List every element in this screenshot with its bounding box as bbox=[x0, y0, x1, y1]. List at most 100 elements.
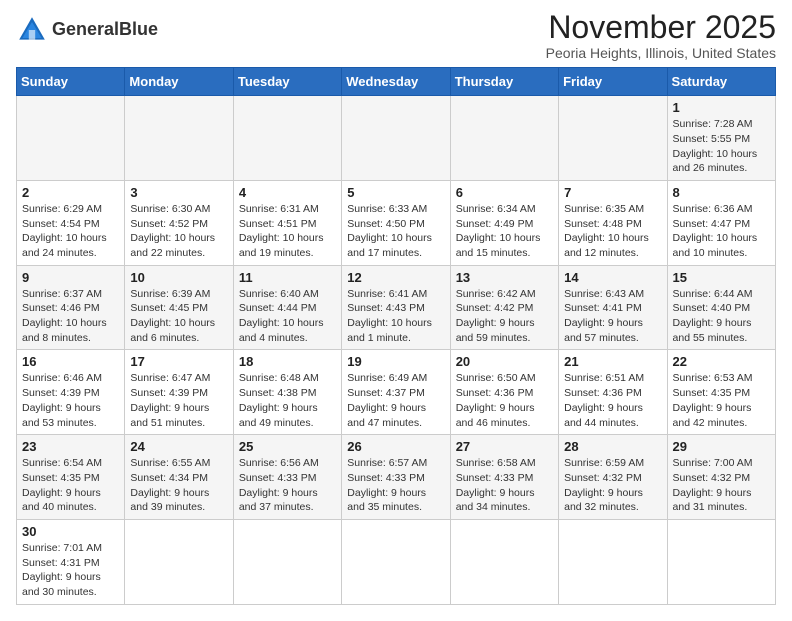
calendar-day-cell: 5 Sunrise: 6:33 AM Sunset: 4:50 PM Daylig… bbox=[342, 180, 450, 265]
calendar-week-row: 2Sunrise: 6:29 AM Sunset: 4:54 PM Daylig… bbox=[17, 180, 776, 265]
calendar-day-cell bbox=[559, 96, 667, 181]
day-number: 30 bbox=[22, 524, 119, 539]
day-info: Sunrise: 6:55 AM Sunset: 4:34 PM Dayligh… bbox=[130, 456, 227, 515]
calendar-day-cell: 20Sunrise: 6:50 AM Sunset: 4:36 PM Dayli… bbox=[450, 350, 558, 435]
day-number: 9 bbox=[22, 270, 119, 285]
day-info: Sunrise: 6:56 AM Sunset: 4:33 PM Dayligh… bbox=[239, 456, 336, 515]
calendar-day-cell: 27Sunrise: 6:58 AM Sunset: 4:33 PM Dayli… bbox=[450, 435, 558, 520]
calendar-day-cell: 2Sunrise: 6:29 AM Sunset: 4:54 PM Daylig… bbox=[17, 180, 125, 265]
page: GeneralBlue November 2025 Peoria Heights… bbox=[0, 0, 792, 621]
day-number: 5 bbox=[347, 185, 444, 200]
day-number: 2 bbox=[22, 185, 119, 200]
calendar-day-cell: 9 Sunrise: 6:37 AM Sunset: 4:46 PM Daylig… bbox=[17, 265, 125, 350]
day-number: 21 bbox=[564, 354, 661, 369]
day-number: 27 bbox=[456, 439, 553, 454]
calendar-week-row: 23 Sunrise: 6:54 AM Sunset: 4:35 PM Dayli… bbox=[17, 435, 776, 520]
logo-text: GeneralBlue bbox=[52, 20, 158, 40]
day-number: 4 bbox=[239, 185, 336, 200]
calendar-day-cell bbox=[559, 519, 667, 604]
day-info: Sunrise: 6:57 AM Sunset: 4:33 PM Dayligh… bbox=[347, 456, 444, 515]
day-info: Sunrise: 6:41 AM Sunset: 4:43 PM Dayligh… bbox=[347, 287, 444, 346]
logo-icon bbox=[16, 14, 48, 46]
day-info: Sunrise: 7:00 AM Sunset: 4:32 PM Dayligh… bbox=[673, 456, 770, 515]
calendar-day-cell: 16Sunrise: 6:46 AM Sunset: 4:39 PM Dayli… bbox=[17, 350, 125, 435]
day-number: 12 bbox=[347, 270, 444, 285]
calendar-day-cell: 19Sunrise: 6:49 AM Sunset: 4:37 PM Dayli… bbox=[342, 350, 450, 435]
day-info: Sunrise: 7:01 AM Sunset: 4:31 PM Dayligh… bbox=[22, 541, 119, 600]
day-info: Sunrise: 6:48 AM Sunset: 4:38 PM Dayligh… bbox=[239, 371, 336, 430]
calendar-day-cell: 18Sunrise: 6:48 AM Sunset: 4:38 PM Dayli… bbox=[233, 350, 341, 435]
calendar-day-cell bbox=[233, 96, 341, 181]
calendar-day-header: Monday bbox=[125, 68, 233, 96]
day-number: 26 bbox=[347, 439, 444, 454]
calendar-title: November 2025 bbox=[546, 10, 776, 45]
day-number: 29 bbox=[673, 439, 770, 454]
calendar-day-cell bbox=[233, 519, 341, 604]
day-number: 11 bbox=[239, 270, 336, 285]
calendar-week-row: 9 Sunrise: 6:37 AM Sunset: 4:46 PM Daylig… bbox=[17, 265, 776, 350]
calendar-day-cell: 22Sunrise: 6:53 AM Sunset: 4:35 PM Dayli… bbox=[667, 350, 775, 435]
calendar-day-header: Sunday bbox=[17, 68, 125, 96]
day-info: Sunrise: 6:53 AM Sunset: 4:35 PM Dayligh… bbox=[673, 371, 770, 430]
calendar-day-header: Tuesday bbox=[233, 68, 341, 96]
day-number: 14 bbox=[564, 270, 661, 285]
logo: GeneralBlue bbox=[16, 10, 158, 46]
calendar-day-cell: 1Sunrise: 7:28 AM Sunset: 5:55 PM Daylig… bbox=[667, 96, 775, 181]
day-info: Sunrise: 6:51 AM Sunset: 4:36 PM Dayligh… bbox=[564, 371, 661, 430]
calendar-day-cell bbox=[125, 96, 233, 181]
calendar-day-cell: 23 Sunrise: 6:54 AM Sunset: 4:35 PM Dayli… bbox=[17, 435, 125, 520]
calendar-subtitle: Peoria Heights, Illinois, United States bbox=[546, 45, 776, 61]
calendar-day-cell: 7 Sunrise: 6:35 AM Sunset: 4:48 PM Daylig… bbox=[559, 180, 667, 265]
day-info: Sunrise: 6:43 AM Sunset: 4:41 PM Dayligh… bbox=[564, 287, 661, 346]
day-info: Sunrise: 6:54 AM Sunset: 4:35 PM Dayligh… bbox=[22, 456, 119, 515]
day-info: Sunrise: 6:40 AM Sunset: 4:44 PM Dayligh… bbox=[239, 287, 336, 346]
calendar-header-row: SundayMondayTuesdayWednesdayThursdayFrid… bbox=[17, 68, 776, 96]
header: GeneralBlue November 2025 Peoria Heights… bbox=[16, 10, 776, 61]
calendar-day-cell: 26 Sunrise: 6:57 AM Sunset: 4:33 PM Dayli… bbox=[342, 435, 450, 520]
day-info: Sunrise: 6:44 AM Sunset: 4:40 PM Dayligh… bbox=[673, 287, 770, 346]
day-number: 25 bbox=[239, 439, 336, 454]
calendar-day-header: Thursday bbox=[450, 68, 558, 96]
calendar-day-header: Wednesday bbox=[342, 68, 450, 96]
logo-bold: Blue bbox=[119, 19, 158, 39]
day-number: 13 bbox=[456, 270, 553, 285]
day-info: Sunrise: 6:37 AM Sunset: 4:46 PM Dayligh… bbox=[22, 287, 119, 346]
day-info: Sunrise: 6:50 AM Sunset: 4:36 PM Dayligh… bbox=[456, 371, 553, 430]
calendar-day-cell: 8 Sunrise: 6:36 AM Sunset: 4:47 PM Daylig… bbox=[667, 180, 775, 265]
calendar-day-cell: 25 Sunrise: 6:56 AM Sunset: 4:33 PM Dayli… bbox=[233, 435, 341, 520]
calendar-day-cell: 11 Sunrise: 6:40 AM Sunset: 4:44 PM Dayli… bbox=[233, 265, 341, 350]
calendar-week-row: 30 Sunrise: 7:01 AM Sunset: 4:31 PM Dayli… bbox=[17, 519, 776, 604]
day-info: Sunrise: 6:59 AM Sunset: 4:32 PM Dayligh… bbox=[564, 456, 661, 515]
title-block: November 2025 Peoria Heights, Illinois, … bbox=[546, 10, 776, 61]
day-number: 8 bbox=[673, 185, 770, 200]
day-info: Sunrise: 6:33 AM Sunset: 4:50 PM Dayligh… bbox=[347, 202, 444, 261]
calendar-day-cell: 17Sunrise: 6:47 AM Sunset: 4:39 PM Dayli… bbox=[125, 350, 233, 435]
day-info: Sunrise: 6:49 AM Sunset: 4:37 PM Dayligh… bbox=[347, 371, 444, 430]
calendar-day-header: Saturday bbox=[667, 68, 775, 96]
day-info: Sunrise: 6:34 AM Sunset: 4:49 PM Dayligh… bbox=[456, 202, 553, 261]
calendar-day-cell bbox=[342, 96, 450, 181]
calendar-day-cell bbox=[450, 519, 558, 604]
calendar-day-cell: 13 Sunrise: 6:42 AM Sunset: 4:42 PM Dayli… bbox=[450, 265, 558, 350]
day-info: Sunrise: 6:42 AM Sunset: 4:42 PM Dayligh… bbox=[456, 287, 553, 346]
day-number: 24 bbox=[130, 439, 227, 454]
day-number: 6 bbox=[456, 185, 553, 200]
day-number: 28 bbox=[564, 439, 661, 454]
calendar-day-cell: 4Sunrise: 6:31 AM Sunset: 4:51 PM Daylig… bbox=[233, 180, 341, 265]
logo-regular: General bbox=[52, 19, 119, 39]
calendar-day-cell bbox=[667, 519, 775, 604]
day-info: Sunrise: 6:35 AM Sunset: 4:48 PM Dayligh… bbox=[564, 202, 661, 261]
calendar-day-cell: 12 Sunrise: 6:41 AM Sunset: 4:43 PM Dayli… bbox=[342, 265, 450, 350]
calendar-week-row: 1Sunrise: 7:28 AM Sunset: 5:55 PM Daylig… bbox=[17, 96, 776, 181]
day-number: 7 bbox=[564, 185, 661, 200]
calendar-day-cell: 10Sunrise: 6:39 AM Sunset: 4:45 PM Dayli… bbox=[125, 265, 233, 350]
day-info: Sunrise: 6:36 AM Sunset: 4:47 PM Dayligh… bbox=[673, 202, 770, 261]
day-info: Sunrise: 6:39 AM Sunset: 4:45 PM Dayligh… bbox=[130, 287, 227, 346]
day-info: Sunrise: 7:28 AM Sunset: 5:55 PM Dayligh… bbox=[673, 117, 770, 176]
calendar-day-cell bbox=[125, 519, 233, 604]
day-info: Sunrise: 6:46 AM Sunset: 4:39 PM Dayligh… bbox=[22, 371, 119, 430]
calendar-day-cell: 21 Sunrise: 6:51 AM Sunset: 4:36 PM Dayli… bbox=[559, 350, 667, 435]
day-number: 23 bbox=[22, 439, 119, 454]
day-number: 15 bbox=[673, 270, 770, 285]
calendar-day-cell: 3Sunrise: 6:30 AM Sunset: 4:52 PM Daylig… bbox=[125, 180, 233, 265]
